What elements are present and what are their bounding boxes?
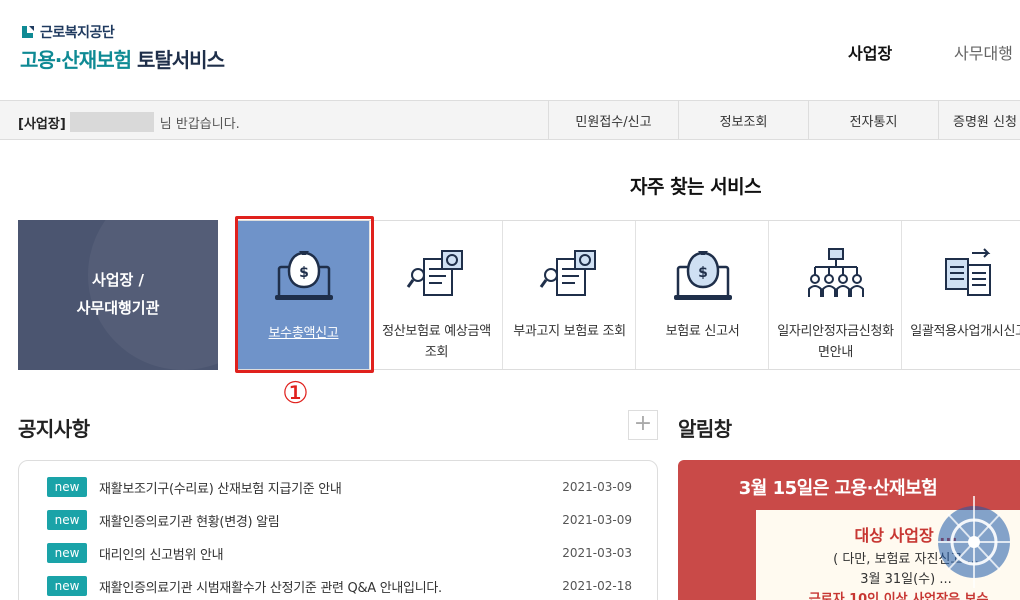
notice-item-title[interactable]: 재활인증의료기관 시범재활수가 산정기준 관련 Q&A 안내입니다. bbox=[99, 577, 562, 596]
org-name: 근로복지공단 bbox=[40, 25, 115, 41]
notice-item[interactable]: new 재활보조기구(수리료) 산재보험 지급기준 안내 2021-03-09 bbox=[47, 476, 632, 498]
notice-item-date: 2021-02-18 bbox=[562, 579, 632, 593]
org-chart-icon bbox=[808, 248, 864, 297]
watermark-logo-icon bbox=[938, 496, 1010, 588]
masked-username bbox=[69, 112, 154, 132]
notice-item-date: 2021-03-09 bbox=[562, 513, 632, 527]
notice-list: new 재활보조기구(수리료) 산재보험 지급기준 안내 2021-03-09 … bbox=[18, 460, 658, 600]
notice-more-button[interactable]: + bbox=[628, 410, 658, 440]
menu-certificate[interactable]: 증명원 신청 bbox=[938, 101, 1020, 139]
welcome-message: [사업장] 님 반갑습니다. bbox=[18, 112, 240, 132]
service-assessed-premium[interactable]: 부과고지 보험료 조회 bbox=[503, 221, 636, 369]
logo[interactable]: 근로복지공단 bbox=[20, 22, 115, 42]
service-label: 부과고지 보험료 조회 bbox=[513, 324, 626, 339]
frequent-services-title: 자주 찾는 서비스 bbox=[630, 176, 762, 198]
menu-e-notice[interactable]: 전자통지 bbox=[808, 101, 938, 139]
document-search-icon bbox=[539, 250, 596, 296]
user-bar: [사업장] 님 반갑습니다. 민원접수/신고 정보조회 전자통지 증명원 신청 bbox=[0, 100, 1020, 140]
new-badge: new bbox=[47, 543, 87, 563]
service-label: 일자리안정자금신청화면안내 bbox=[777, 324, 894, 360]
business-agency-label: 사업장 / 사무대행기관 bbox=[18, 266, 218, 322]
notice-title: 공지사항 bbox=[18, 417, 90, 441]
notice-item[interactable]: new 대리인의 신고범위 안내 2021-03-03 bbox=[47, 542, 632, 564]
nav-agency[interactable]: 사무대행 bbox=[954, 40, 1013, 64]
logo-mark-icon bbox=[22, 26, 34, 38]
document-search-icon bbox=[406, 250, 463, 296]
new-badge: new bbox=[47, 510, 87, 530]
alert-banner-head-text: 3월 15일은 고용·산재보험 bbox=[738, 478, 938, 499]
menu-info-inquiry[interactable]: 정보조회 bbox=[678, 101, 808, 139]
business-agency-line2: 사무대행기관 bbox=[76, 299, 160, 317]
menu-civil-petition[interactable]: 민원접수/신고 bbox=[548, 101, 678, 139]
service-bulk-business-start[interactable]: 일괄적용사업개시신고 bbox=[902, 221, 1020, 369]
greeting-text: 님 반갑습니다. bbox=[159, 116, 240, 132]
notice-item-date: 2021-03-03 bbox=[562, 546, 632, 560]
money-bag-laptop-icon: $ bbox=[674, 251, 732, 300]
service-label: 보험료 신고서 bbox=[665, 324, 740, 339]
service-premium-report[interactable]: $ 보험료 신고서 bbox=[636, 221, 769, 369]
new-badge: new bbox=[47, 576, 87, 596]
notice-item[interactable]: new 재활인증의료기관 시범재활수가 산정기준 관련 Q&A 안내입니다. 2… bbox=[47, 575, 632, 597]
service-title-part2: 토탈서비스 bbox=[136, 48, 225, 72]
service-label: 일괄적용사업개시신고 bbox=[910, 324, 1020, 339]
step-marker: ① bbox=[282, 376, 309, 411]
notice-item-title[interactable]: 재활보조기구(수리료) 산재보험 지급기준 안내 bbox=[99, 478, 562, 497]
header: 근로복지공단 고용·산재보험 토탈서비스 사업장 사무대행 bbox=[0, 0, 1020, 100]
notice-item-title[interactable]: 대리인의 신고범위 안내 bbox=[99, 544, 562, 563]
service-job-stability-fund[interactable]: 일자리안정자금신청화면안내 bbox=[769, 221, 902, 369]
service-label: 정산보험료 예상금액 조회 bbox=[382, 324, 491, 360]
document-transfer-icon bbox=[945, 248, 991, 296]
business-agency-card[interactable]: 사업장 / 사무대행기관 bbox=[18, 220, 218, 370]
notice-item-title[interactable]: 재활인증의료기관 현황(변경) 알림 bbox=[99, 511, 562, 530]
business-agency-line1: 사업장 / bbox=[91, 271, 145, 289]
service-settlement-estimate[interactable]: 정산보험료 예상금액 조회 bbox=[370, 221, 503, 369]
service-title-part1: 고용·산재보험 bbox=[20, 48, 132, 72]
svg-text:$: $ bbox=[698, 265, 708, 281]
new-badge: new bbox=[47, 477, 87, 497]
notice-item[interactable]: new 재활인증의료기관 현황(변경) 알림 2021-03-09 bbox=[47, 509, 632, 531]
notice-item-date: 2021-03-09 bbox=[562, 480, 632, 494]
alert-title: 알림창 bbox=[678, 417, 732, 441]
highlight-box bbox=[235, 216, 374, 373]
service-title[interactable]: 고용·산재보험 토탈서비스 bbox=[20, 44, 225, 73]
user-type: [사업장] bbox=[18, 116, 66, 132]
nav-business[interactable]: 사업장 bbox=[848, 40, 892, 64]
